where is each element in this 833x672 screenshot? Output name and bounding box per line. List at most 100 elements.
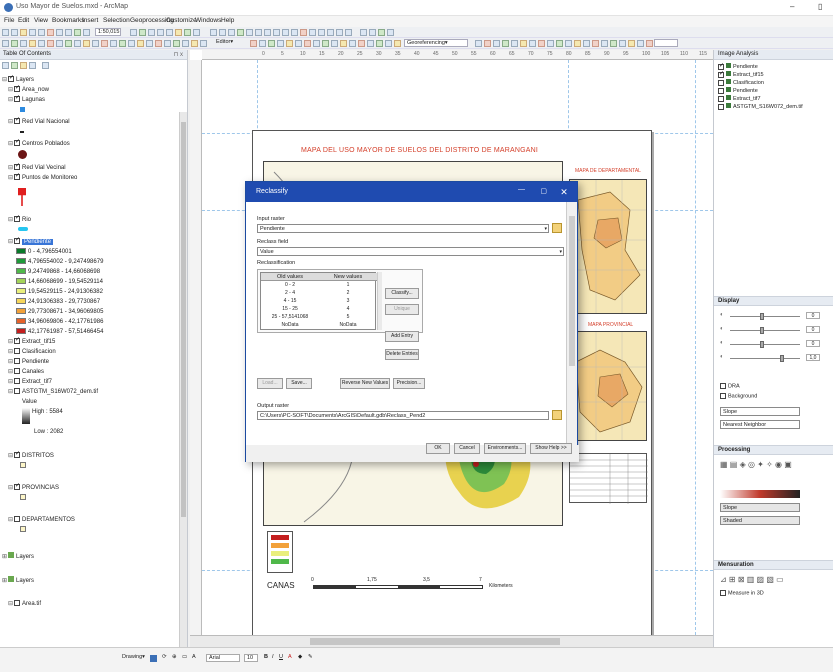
input-raster-select[interactable]: Pendiente ▾ (257, 224, 549, 233)
layer-visibility-checkbox[interactable] (14, 236, 20, 245)
inset-department-frame[interactable] (569, 179, 647, 314)
drawing-menu[interactable]: Drawing▾ (122, 654, 145, 660)
image-analysis-layer-item[interactable]: Extract_tif7 (718, 95, 761, 102)
toolbar-tool-icon[interactable] (191, 40, 198, 47)
toolbar-tool-icon[interactable] (538, 40, 545, 47)
reclass-new-value-cell[interactable]: 5 (319, 314, 377, 321)
maximize-icon[interactable]: ▢ (540, 187, 547, 195)
toc-scroll-thumb[interactable] (181, 122, 186, 517)
toolbar-tool-icon[interactable] (193, 29, 200, 36)
toolbar-tool-icon[interactable] (228, 29, 235, 36)
toc-layer-item[interactable]: ⊟ ASTGTM_S16W072_dem.tif (8, 388, 98, 397)
map-scale-field[interactable]: 1:50,015 (95, 28, 121, 36)
menu-item-edit[interactable]: Edit (18, 17, 29, 24)
toc-layer-item[interactable]: ⊟DISTRITOS (8, 450, 54, 461)
bold-icon[interactable]: B (264, 654, 268, 660)
toolbar-tool-icon[interactable] (74, 40, 81, 47)
save-button[interactable]: Save... (286, 378, 312, 389)
toolbar-tool-icon[interactable] (237, 29, 244, 36)
display-slider[interactable]: ◐ 0 (720, 340, 830, 348)
toolbar-tool-icon[interactable] (264, 29, 271, 36)
layer-visibility-checkbox[interactable] (14, 388, 20, 395)
reclass-new-value-cell[interactable]: 4 (319, 306, 377, 313)
toolbar-tool-icon[interactable] (520, 40, 527, 47)
layer-checkbox[interactable] (718, 70, 724, 78)
processing-field-2[interactable]: Shaded (720, 516, 800, 525)
fill-color-icon[interactable]: ◆ (298, 654, 302, 660)
toc-layer-item[interactable]: ⊟PROVINCIAS (8, 482, 59, 493)
slider-value[interactable]: 0 (806, 312, 820, 319)
reclass-new-value-cell[interactable]: 2 (319, 290, 377, 297)
toolbar-tool-icon[interactable] (628, 40, 635, 47)
output-folder-icon[interactable] (552, 410, 562, 420)
toolbar-tool-icon[interactable] (592, 40, 599, 47)
toolbar-tool-icon[interactable] (387, 29, 394, 36)
menu-item-bookmarks[interactable]: Bookmarks (52, 17, 85, 24)
toc-layer-item[interactable]: ⊟Rio (8, 214, 31, 225)
toolbar-tool-icon[interactable] (376, 40, 383, 47)
toc-layer-item[interactable]: ⊟ Canales (8, 368, 44, 377)
toc-layer-item[interactable]: ⊟Pendiente (8, 236, 54, 247)
toolbar-tool-icon[interactable] (74, 29, 81, 36)
toolbar-tool-icon[interactable] (219, 29, 226, 36)
toc-group-item[interactable]: ⊞ Layers (2, 576, 34, 585)
toolbar-tool-icon[interactable] (556, 40, 563, 47)
toolbar-tool-icon[interactable] (309, 29, 316, 36)
reclass-old-value-cell[interactable]: 2 - 4 (261, 290, 319, 297)
toolbar-tool-icon[interactable] (369, 29, 376, 36)
processing-field-1[interactable]: Slope (720, 503, 800, 512)
toolbar-tool-icon[interactable] (65, 29, 72, 36)
display-slider[interactable]: ◐ 0 (720, 326, 830, 334)
toolbar-tool-icon[interactable] (200, 40, 207, 47)
toolbar-tool-icon[interactable] (583, 40, 590, 47)
toolbar-tool-icon[interactable] (210, 29, 217, 36)
image-analysis-layer-item[interactable]: Pendiente (718, 87, 758, 94)
toolbar-tool-icon[interactable] (173, 40, 180, 47)
toolbar-tool-icon[interactable] (56, 40, 63, 47)
layer-checkbox[interactable] (718, 79, 724, 86)
dialog-scrollbar[interactable] (566, 202, 577, 445)
reverse-new-values-button[interactable]: Reverse New Values (340, 378, 390, 389)
minimize-icon[interactable]: — (518, 186, 525, 193)
reclass-new-value-cell[interactable]: NoData (319, 322, 377, 329)
slider-knob[interactable] (780, 355, 784, 362)
toolbar-tool-icon[interactable] (29, 40, 36, 47)
image-analysis-layer-item[interactable]: Extract_tif15 (718, 70, 764, 78)
toolbar-tool-icon[interactable] (565, 40, 572, 47)
layer-visibility-checkbox[interactable] (14, 172, 20, 181)
layer-checkbox[interactable] (718, 95, 724, 102)
toolbar-tool-icon[interactable] (2, 29, 9, 36)
toolbar-tool-icon[interactable] (349, 40, 356, 47)
toolbar-tool-icon[interactable] (101, 40, 108, 47)
precision-button[interactable]: Precision... (393, 378, 425, 389)
toolbar-tool-icon[interactable] (322, 40, 329, 47)
output-raster-field[interactable]: C:\Users\PC-SOFT\Documents\ArcGIS\Defaul… (257, 411, 549, 420)
background-option[interactable]: Background (720, 393, 757, 399)
toolbar-tool-icon[interactable] (385, 40, 392, 47)
layer-visibility-checkbox[interactable] (14, 162, 20, 171)
delete-entries-button[interactable]: Delete Entries (385, 349, 419, 360)
toolbar-tool-icon[interactable] (20, 29, 27, 36)
toolbar-tool-icon[interactable] (295, 40, 302, 47)
menu-item-view[interactable]: View (34, 17, 48, 24)
toc-layer-item[interactable]: ⊟Centros Poblados (8, 138, 70, 149)
layer-visibility-checkbox[interactable] (14, 336, 20, 345)
layer-visibility-checkbox[interactable] (8, 74, 14, 83)
toolbar-tool-icon[interactable] (300, 29, 307, 36)
layout-scroll-thumb[interactable] (310, 638, 560, 645)
line-color-icon[interactable]: ✎ (308, 654, 313, 660)
menu-item-customize[interactable]: Customize (166, 17, 197, 24)
reclass-old-value-cell[interactable]: 25 - 57,5141068 (261, 314, 319, 321)
reclass-old-value-cell[interactable]: 0 - 2 (261, 282, 319, 289)
dialog-scroll-thumb[interactable] (569, 216, 575, 366)
toolbar-tool-icon[interactable] (182, 40, 189, 47)
mensuration-tool-icons[interactable]: ⊿ ⊞ ⊠ ▥ ▨ ▧ ▭ (720, 575, 784, 584)
processing-tool-icons[interactable]: ▦ ▤ ◈ ◎ ✦ ✧ ◉ ▣ (720, 460, 792, 469)
toolbar-tool-icon[interactable] (255, 29, 262, 36)
reclass-new-value-cell[interactable]: 1 (319, 282, 377, 289)
toolbar-tool-icon[interactable] (83, 40, 90, 47)
toolbar-tool-icon[interactable] (502, 40, 509, 47)
font-color-icon[interactable]: A (288, 654, 292, 660)
slider-value[interactable]: 0 (806, 340, 820, 347)
load-button[interactable]: Load... (257, 378, 283, 389)
